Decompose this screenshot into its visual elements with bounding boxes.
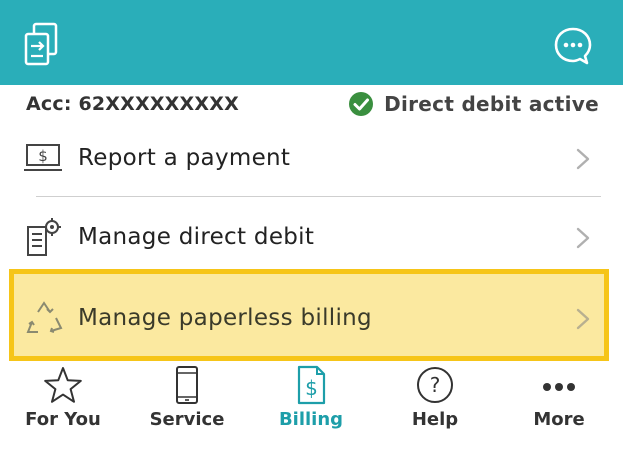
tab-service[interactable]: Service bbox=[125, 361, 249, 454]
tab-label: For You bbox=[25, 409, 101, 430]
tab-label: Service bbox=[149, 409, 225, 430]
tab-for-you[interactable]: For You bbox=[1, 361, 125, 454]
bill-dollar-icon: $ bbox=[297, 365, 326, 405]
svg-text:$: $ bbox=[305, 376, 318, 400]
billing-screen: Acc: 62XXXXXXXXX Direct debit active $ R… bbox=[0, 0, 623, 454]
divider bbox=[36, 196, 601, 197]
star-icon bbox=[44, 367, 82, 403]
switch-account-icon[interactable] bbox=[20, 20, 68, 68]
bottom-tab-bar: For You Service $ Billing ? Help More bbox=[0, 361, 623, 454]
chevron-right-icon bbox=[576, 148, 590, 170]
document-gear-icon bbox=[27, 218, 61, 256]
cash-screen-icon: $ bbox=[24, 144, 62, 171]
direct-debit-status-text: Direct debit active bbox=[384, 92, 599, 116]
phone-icon bbox=[176, 366, 198, 404]
tab-label: Help bbox=[411, 409, 459, 430]
tab-more[interactable]: More bbox=[497, 361, 621, 454]
tab-help[interactable]: ? Help bbox=[373, 361, 497, 454]
app-header bbox=[0, 0, 623, 85]
menu-item-manage-paperless-billing[interactable]: Manage paperless billing bbox=[0, 278, 623, 356]
svg-text:$: $ bbox=[38, 147, 48, 165]
question-icon: ? bbox=[417, 367, 453, 403]
tab-label: More bbox=[533, 409, 585, 430]
menu-item-manage-direct-debit[interactable]: Manage direct debit bbox=[0, 199, 623, 277]
tab-label: Billing bbox=[278, 409, 344, 430]
more-dots-icon bbox=[543, 383, 575, 391]
check-circle-icon bbox=[349, 92, 374, 116]
chevron-right-icon bbox=[576, 308, 590, 330]
direct-debit-status: Direct debit active bbox=[348, 91, 599, 117]
menu-item-report-payment[interactable]: $ Report a payment bbox=[0, 120, 623, 198]
menu-item-label: Report a payment bbox=[78, 145, 291, 171]
chevron-right-icon bbox=[576, 227, 590, 249]
tab-billing[interactable]: $ Billing bbox=[249, 361, 373, 454]
menu-item-label: Manage paperless billing bbox=[78, 305, 372, 331]
recycle-icon bbox=[26, 301, 63, 333]
chat-icon[interactable] bbox=[553, 26, 593, 66]
menu-item-label: Manage direct debit bbox=[78, 224, 315, 250]
svg-text:?: ? bbox=[430, 373, 441, 397]
account-number: Acc: 62XXXXXXXXX bbox=[26, 93, 239, 115]
